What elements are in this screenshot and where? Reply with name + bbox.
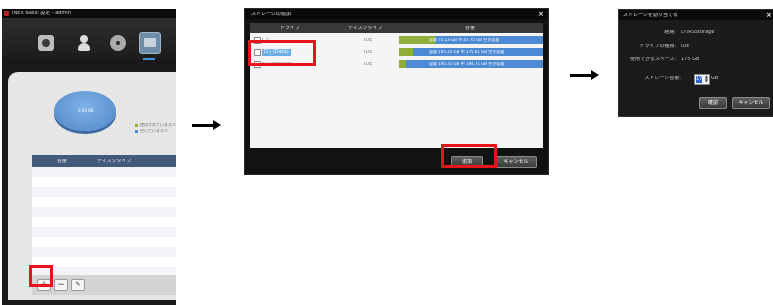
capacity-text: 容量 195.31 GB 中 175.61 GB 空き容量 (429, 50, 505, 54)
legend-swatch (135, 124, 138, 127)
close-icon[interactable]: × (766, 11, 772, 19)
highlight-box-add (29, 265, 53, 287)
storage-capacity-label: ストレージ容量: (644, 76, 681, 81)
used-capacity-fill (399, 60, 407, 68)
storage-settings-window: INEX Basic 設定 - admin 0.03 KB 使用されているスペ … (2, 9, 176, 305)
dialog-title: ストレージの追加 (251, 12, 291, 17)
storage-icon[interactable] (139, 32, 161, 54)
column-disk-type: ディスクタイプ (97, 159, 132, 164)
title-bar: ストレージを割り当てる × (619, 10, 773, 20)
window-title: INEX Basic 設定 - admin (12, 11, 71, 16)
arrow-icon (192, 120, 221, 130)
cancel-button[interactable]: キャンセル (495, 156, 537, 168)
cancel-button[interactable]: キャンセル (732, 97, 770, 109)
user-icon[interactable] (76, 35, 92, 51)
drive-type-value: IDE (681, 44, 690, 49)
arrow-icon (570, 70, 599, 80)
drive-table-header: ドライブ ディスクタイプ 容量 (250, 23, 543, 33)
storage-list[interactable] (32, 167, 176, 275)
remove-storage-button[interactable]: − (54, 279, 68, 291)
path-value: D:\RSStorage (681, 30, 715, 35)
column-capacity: 容量 (465, 26, 476, 31)
drive-type-label: ドライブの種類: (639, 44, 676, 49)
add-storage-dialog: ストレージの追加 × ドライブ ディスクタイプ 容量 C:\ IDE 容量 75… (244, 8, 549, 175)
capacity-bar: 容量 195.31 GB 中 194.71 GB 空き容量 (399, 60, 543, 68)
storage-capacity-value[interactable]: 175 (696, 76, 706, 83)
disk-type-cell: IDE (364, 50, 373, 55)
capacity-unit: GB (711, 76, 719, 81)
app-logo-icon (4, 11, 9, 16)
close-icon[interactable]: × (538, 10, 544, 18)
capacity-text: 容量 75.13 GB 中 47.75 GB 空き容量 (429, 38, 500, 42)
title-bar: INEX Basic 設定 - admin (2, 9, 176, 18)
stepper-arrows-icon[interactable]: ▲ ▼ (705, 75, 708, 83)
highlight-box-add-button (441, 144, 497, 168)
usage-pie-chart: 0.03 KB (54, 91, 116, 131)
disc-icon[interactable] (110, 35, 126, 51)
list-action-bar: + − ✎ (32, 275, 176, 295)
legend-label: 使用されているスペ (140, 123, 176, 127)
highlight-box-drive (248, 40, 316, 66)
dialog-footer: 追加 キャンセル (245, 148, 548, 174)
settings-toolbar (2, 18, 176, 60)
column-capacity: 容量 (57, 159, 68, 164)
disk-type-cell: IDE (364, 62, 373, 67)
capacity-bar: 容量 75.13 GB 中 47.75 GB 空き容量 (399, 36, 543, 44)
dialog-title: ストレージを割り当てる (623, 13, 678, 18)
edit-storage-button[interactable]: ✎ (71, 279, 85, 291)
storage-list-header: 容量 ディスクタイプ (32, 155, 176, 167)
assign-storage-dialog: ストレージを割り当てる × 経路: D:\RSStorage ドライブの種類: … (618, 9, 773, 117)
available-space-label: 使用できるスペース: (630, 57, 676, 62)
pie-label: 0.03 KB (78, 108, 94, 113)
used-capacity-fill (399, 48, 414, 56)
legend-swatch (135, 130, 138, 133)
ok-button[interactable]: 確認 (699, 97, 727, 109)
title-bar: ストレージの追加 × (245, 9, 548, 19)
available-space-value: 175 GB (681, 57, 700, 62)
disk-type-cell: IDE (364, 38, 373, 43)
column-disk-type: ディスクタイプ (348, 26, 383, 31)
column-drive: ドライブ (280, 26, 301, 31)
camera-icon[interactable] (38, 35, 54, 51)
capacity-text: 容量 195.31 GB 中 194.71 GB 空き容量 (429, 62, 505, 66)
path-label: 経路: (664, 30, 676, 35)
legend-label: 空いているスペ (140, 129, 168, 133)
storage-capacity-stepper[interactable]: 175 ▲ ▼ (694, 74, 710, 85)
active-tab-indicator (143, 58, 155, 60)
capacity-bar: 容量 195.31 GB 中 175.61 GB 空き容量 (399, 48, 543, 56)
